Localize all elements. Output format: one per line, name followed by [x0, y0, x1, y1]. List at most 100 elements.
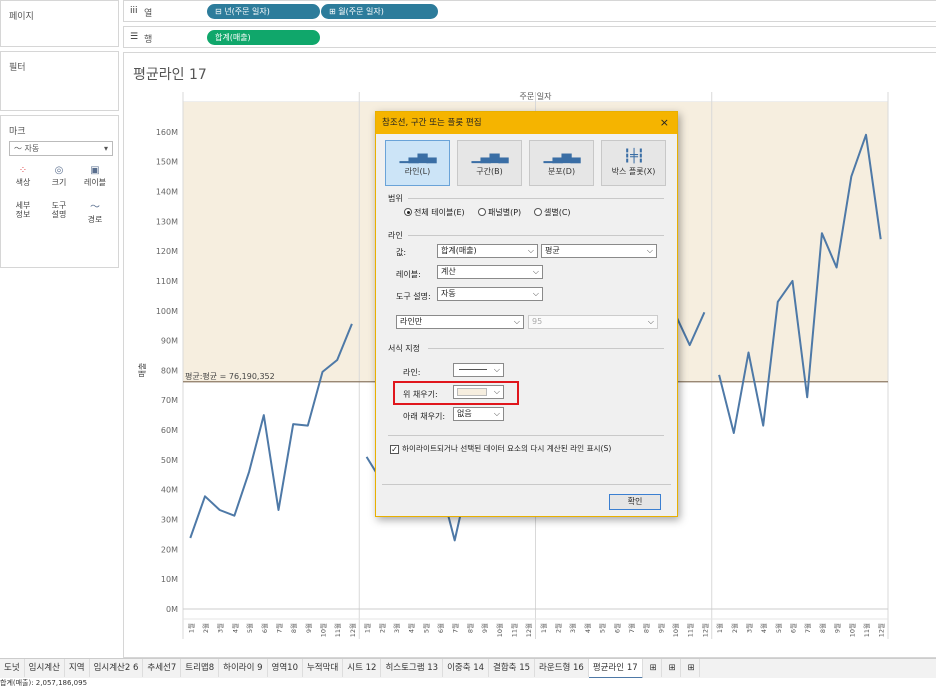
recalc-checkbox-label: 하이라이트되거나 선택된 데이터 요소의 다시 계산된 라인 표시(S) — [402, 444, 612, 453]
aggregation-select[interactable]: 평균 ⌵ — [541, 244, 657, 258]
ok-button[interactable]: 확인 — [609, 494, 661, 510]
type-boxplot-button[interactable]: ┇╪┇ 박스 플롯(X) — [601, 140, 666, 186]
path-icon: 〜 — [90, 202, 100, 213]
sheet-tab[interactable]: 결합축 15 — [489, 659, 536, 677]
sheet-tabs: 도넛 임시계산 지역 임시계산2 6 추세선7 트리맵8 하이라이 9 영역10 누적막대 시트 … — [0, 659, 643, 678]
fill-below-select[interactable]: 없음 ⌵ — [453, 407, 504, 421]
value-field-select[interactable]: 합계(매출) ⌵ — [437, 244, 538, 258]
label-icon: ▣ — [90, 165, 100, 176]
month-tick-label: 11월 — [862, 623, 871, 637]
scope-table-label: 전체 테이블(E) — [414, 208, 465, 217]
sheet-tab[interactable]: 하이라이 9 — [219, 659, 268, 677]
month-pill[interactable]: ⊞ 월(주문 일자) — [321, 4, 438, 19]
line-style-select[interactable]: ⌵ — [453, 363, 504, 377]
month-tick-label: 11월 — [509, 623, 518, 637]
year-pill[interactable]: ⊟ 년(주문 일자) — [207, 4, 320, 19]
sheet-tab[interactable]: 영역10 — [268, 659, 303, 677]
y-tick-label: 0M — [166, 605, 178, 614]
new-story-icon[interactable]: ⊞ — [684, 659, 700, 677]
sales-pill[interactable]: 합계(매출) — [207, 30, 320, 45]
type-band-button[interactable]: ▁▃▅▃ 구간(B) — [457, 140, 522, 186]
y-tick-label: 90M — [161, 337, 178, 346]
month-tick-label: 7월 — [627, 623, 636, 633]
line-only-text: 라인만 — [400, 317, 423, 326]
radio-icon — [478, 208, 486, 216]
month-tick-label: 1월 — [363, 623, 372, 633]
month-tick-label: 4월 — [407, 623, 416, 633]
y-tick-label: 10M — [161, 575, 178, 584]
type-distribution-button[interactable]: ▁▃▅▃ 분포(D) — [529, 140, 594, 186]
sheet-tab[interactable]: 누적막대 — [303, 659, 344, 677]
chevron-down-icon: ⌵ — [513, 317, 520, 326]
line-only-select[interactable]: 라인만 ⌵ — [396, 315, 524, 329]
new-sheet-icon[interactable]: ⊞ — [646, 659, 662, 677]
columns-icon: iii — [130, 6, 138, 16]
chevron-down-icon: ⌵ — [527, 246, 534, 255]
mark-tooltip-button[interactable]: 도구 설명 — [45, 201, 73, 229]
sheet-tab[interactable]: 라운드형 16 — [535, 659, 589, 677]
sheet-tab[interactable]: 지역 — [65, 659, 90, 677]
mark-path-button[interactable]: 〜 경로 — [81, 201, 109, 229]
tooltip-label: 도구 설명: — [396, 292, 431, 301]
sheet-tab[interactable]: 도넛 — [0, 659, 25, 677]
mark-color-button[interactable]: ⁘ 색상 — [9, 164, 37, 192]
status-bar: 합계(매출): 2,057,186,095 — [0, 679, 936, 687]
size-icon: ◎ — [54, 165, 64, 176]
filters-pane[interactable]: 필터 — [0, 51, 119, 111]
mark-size-button[interactable]: ◎ 크기 — [45, 164, 73, 192]
chevron-down-icon: ⌵ — [532, 267, 539, 276]
month-tick-label: 1월 — [539, 623, 548, 633]
scope-table-radio[interactable]: 전체 테이블(E) — [404, 207, 465, 218]
y-tick-label: 130M — [156, 217, 178, 226]
scope-section-label: 범위 — [388, 194, 403, 203]
sheet-tab[interactable]: 이중축 14 — [443, 659, 490, 677]
sheet-tab[interactable]: 임시계산2 6 — [90, 659, 144, 677]
y-tick-label: 150M — [156, 158, 178, 167]
month-tick-label: 5월 — [598, 623, 607, 633]
month-tick-label: 6월 — [789, 623, 798, 633]
tooltip-select[interactable]: 자동 ⌵ — [437, 287, 543, 301]
format-line-label: 라인: — [403, 368, 421, 377]
mark-label-button[interactable]: ▣ 레이블 — [81, 164, 109, 192]
line-style-swatch — [459, 369, 487, 370]
mark-detail-button[interactable]: 세부 정보 — [9, 201, 37, 229]
month-tick-label: 3월 — [568, 623, 577, 633]
type-distribution-label: 분포(D) — [547, 167, 576, 176]
month-tick-label: 2월 — [201, 623, 210, 633]
sheet-tab[interactable]: 추세선7 — [143, 659, 182, 677]
reference-line-label: 평균:평균 = 76,190,352 — [185, 371, 275, 381]
pages-pane: 페이지 — [0, 0, 119, 47]
dialog-title-bar: 참조선, 구간 또는 플롯 편집 × — [376, 112, 677, 134]
scope-cell-radio[interactable]: 셀별(C) — [534, 207, 571, 218]
columns-label: 열 — [144, 9, 153, 19]
scope-pane-radio[interactable]: 패널별(P) — [478, 207, 521, 218]
rows-label: 행 — [144, 35, 153, 45]
chevron-down-icon: ⌵ — [493, 365, 500, 374]
chevron-down-icon: ▾ — [103, 144, 108, 153]
label-select[interactable]: 계산 ⌵ — [437, 265, 543, 279]
type-line-button[interactable]: ▁▃▅▃ 라인(L) — [385, 140, 450, 186]
recalc-checkbox[interactable]: ✓ 하이라이트되거나 선택된 데이터 요소의 다시 계산된 라인 표시(S) — [390, 443, 611, 454]
new-dashboard-icon[interactable]: ⊞ — [665, 659, 681, 677]
y-tick-label: 140M — [156, 187, 178, 196]
month-tick-label: 5월 — [245, 623, 254, 633]
month-tick-label: 10월 — [671, 623, 680, 637]
type-band-label: 구간(B) — [476, 167, 503, 176]
sheet-tab[interactable]: 임시계산 — [25, 659, 65, 677]
value-field-text: 합계(매출) — [441, 246, 477, 255]
tooltip-select-text: 자동 — [441, 289, 456, 298]
month-tick-label: 12월 — [700, 623, 709, 637]
month-tick-label: 2월 — [730, 623, 739, 633]
month-tick-label: 8월 — [465, 623, 474, 633]
sheet-tab[interactable]: 히스토그램 13 — [381, 659, 444, 677]
highlight-box — [393, 381, 519, 405]
radio-icon — [534, 208, 542, 216]
month-tick-label: 12월 — [348, 623, 357, 637]
sheet-tab[interactable]: 트리맵8 — [181, 659, 220, 677]
mark-type-dropdown[interactable]: 〜 자동 ▾ — [9, 141, 113, 156]
close-icon[interactable]: × — [660, 112, 669, 134]
month-tick-label: 4월 — [583, 623, 592, 633]
month-tick-label: 9월 — [833, 623, 842, 633]
sheet-tab[interactable]: 평균라인 17 — [588, 659, 643, 678]
sheet-tab[interactable]: 시트 12 — [343, 659, 382, 677]
